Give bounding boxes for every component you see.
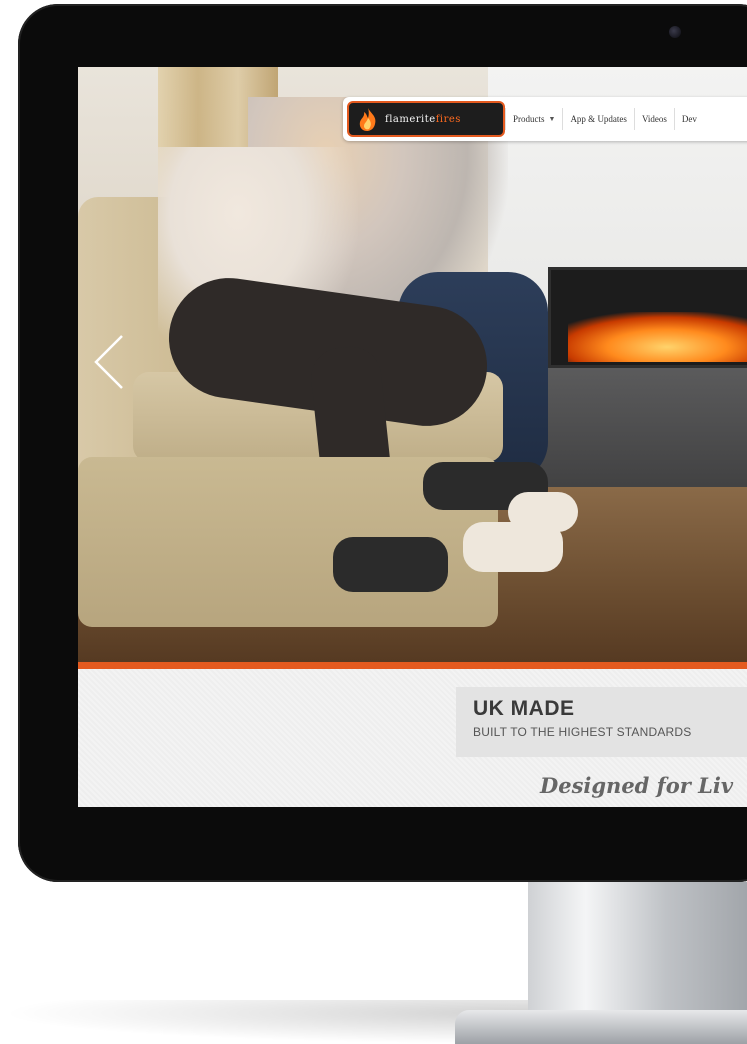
monitor-stand (528, 882, 747, 1017)
nav-item-app-updates[interactable]: App & Updates (562, 108, 634, 130)
feature-title: UK MADE (473, 697, 575, 720)
nav-item-products[interactable]: Products ▼ (505, 108, 562, 130)
monitor-base (455, 1010, 747, 1044)
chevron-left-icon (94, 335, 123, 389)
website-screen: flameritefires Products ▼ App & Updates … (78, 67, 747, 807)
nav-item-label: Videos (641, 114, 667, 124)
hero-shoe (463, 522, 563, 572)
site-navbar: flameritefires Products ▼ App & Updates … (343, 97, 747, 141)
nav-item-label: Products (513, 114, 545, 124)
caret-down-icon: ▼ (548, 115, 556, 123)
nav-item-videos[interactable]: Videos (633, 108, 674, 130)
accent-divider (78, 662, 747, 669)
logo-text-plain: flamerite (385, 113, 436, 125)
tagline: Designed for Liv (540, 773, 734, 798)
flame-icon (359, 108, 376, 131)
logo-text: flameritefires (385, 114, 461, 125)
logo-text-highlight: fires (435, 113, 461, 125)
nav-item-label: Dev (681, 114, 697, 124)
site-logo[interactable]: flameritefires (347, 101, 505, 137)
hero-shoe (333, 537, 448, 592)
nav-item-label: App & Updates (570, 114, 627, 124)
webcam (669, 26, 681, 38)
slider-prev-button[interactable] (90, 332, 130, 392)
nav-item-dev[interactable]: Dev (673, 108, 704, 130)
feature-box: UK MADE BUILT TO THE HIGHEST STANDARDS (456, 687, 747, 757)
hero-slider-image: flameritefires Products ▼ App & Updates … (78, 67, 747, 662)
feature-strip: UK MADE BUILT TO THE HIGHEST STANDARDS D… (78, 669, 747, 807)
monitor-bezel: flameritefires Products ▼ App & Updates … (18, 4, 747, 882)
feature-subtitle: BUILT TO THE HIGHEST STANDARDS (473, 725, 692, 739)
hero-flames (568, 312, 747, 362)
